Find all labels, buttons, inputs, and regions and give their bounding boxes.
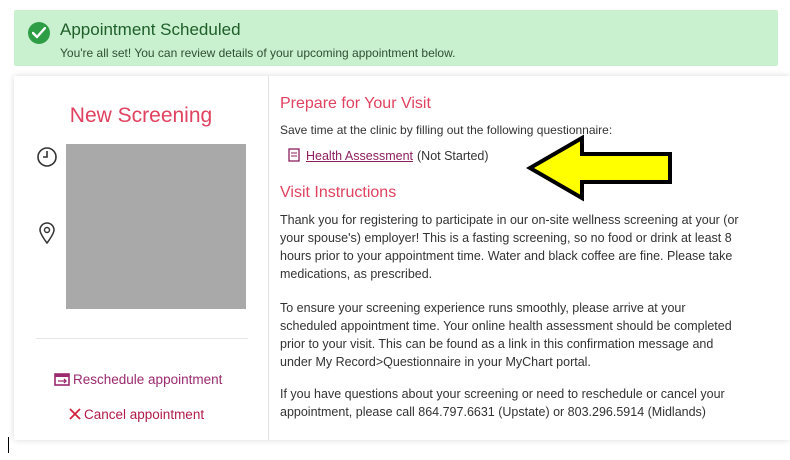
calendar-icon [54, 372, 70, 389]
cancel-label: Cancel appointment [84, 407, 205, 422]
instruction-line: under My Record>Questionnaire in your My… [280, 355, 591, 369]
appointment-details: Prepare for Your Visit Save time at the … [280, 76, 785, 440]
instruction-line: your spouse's) employer! This is a fasti… [280, 231, 732, 245]
clock-icon [36, 146, 58, 173]
instructions-heading: Visit Instructions [280, 184, 397, 201]
questionnaire-status: (Not Started) [417, 148, 489, 163]
text-cursor [8, 437, 9, 453]
confirmation-banner: Appointment Scheduled You're all set! Yo… [14, 10, 778, 66]
yellow-arrow-icon [526, 134, 672, 202]
instruction-line: scheduled appointment time. Your online … [280, 319, 732, 333]
instructions-paragraph-3: If you have questions about your screeni… [280, 385, 785, 421]
health-assessment-link[interactable]: Health Assessment [306, 149, 413, 163]
document-icon [288, 148, 300, 165]
instruction-line: To ensure your screening experience runs… [280, 301, 686, 315]
instruction-line: hours prior to your appointment time. Wa… [280, 249, 733, 263]
divider [36, 338, 248, 339]
redacted-image [66, 144, 246, 309]
instruction-line: medications, as prescribed. [280, 267, 433, 281]
instructions-paragraph-1: Thank you for registering to participate… [280, 211, 785, 283]
instruction-line: If you have questions about your screeni… [280, 387, 725, 401]
banner-subtitle: You're all set! You can review details o… [60, 46, 456, 60]
cancel-button[interactable]: Cancel appointment [69, 407, 204, 423]
reschedule-button[interactable]: Reschedule appointment [54, 372, 222, 389]
banner-title: Appointment Scheduled [60, 20, 241, 39]
close-icon [69, 408, 81, 423]
reschedule-label: Reschedule appointment [73, 372, 223, 388]
instructions-paragraph-2: To ensure your screening experience runs… [280, 299, 785, 371]
appointment-title: New Screening [69, 104, 213, 127]
appointment-card: New Screening Reschedule appointment Can… [14, 76, 790, 440]
questionnaire-row: Health Assessment (Not Started) [288, 148, 489, 165]
prepare-heading: Prepare for Your Visit [280, 95, 431, 112]
location-pin-icon [38, 222, 56, 249]
instruction-line: prior to your visit. This can be found a… [280, 337, 714, 351]
instruction-line: appointment, please call 864.797.6631 (U… [280, 405, 706, 419]
instruction-line: Thank you for registering to participate… [280, 213, 739, 227]
appointment-summary: New Screening Reschedule appointment Can… [14, 76, 269, 440]
check-circle-icon [28, 22, 50, 44]
